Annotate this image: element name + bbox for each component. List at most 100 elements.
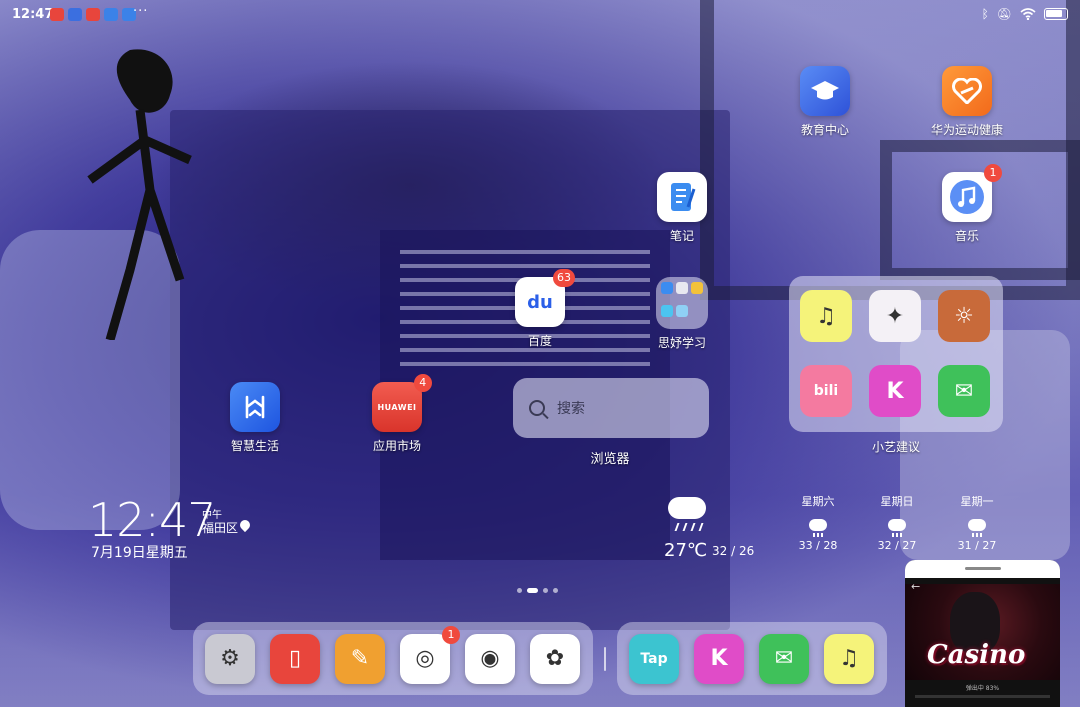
wifi-icon <box>1020 8 1036 20</box>
forecast-range: 32 / 27 <box>877 539 917 552</box>
forecast-range: 33 / 28 <box>798 539 838 552</box>
qq-music-icon: ♫ <box>816 303 836 329</box>
notification-app-icon <box>50 8 64 21</box>
dock-divider <box>604 647 606 671</box>
app-notes[interactable]: 笔记 <box>637 172 727 244</box>
search-icon <box>529 400 545 416</box>
search-placeholder: 搜索 <box>557 401 585 417</box>
notes-icon <box>657 172 707 222</box>
floating-window-artwork: Casino <box>905 584 1060 680</box>
huawei-wordmark: HUAWEI <box>377 402 417 412</box>
gallery-icon: ✿ <box>545 646 565 671</box>
wallpaper-cloud <box>0 230 180 530</box>
health-heart-icon <box>942 66 992 116</box>
settings-app[interactable]: ⚙ <box>205 633 255 684</box>
wechat-app[interactable]: ✉ <box>938 365 990 417</box>
sky-game-app[interactable]: ☼ <box>938 290 990 342</box>
forecast-day: 星期一 31 / 27 <box>952 493 1002 552</box>
kuaiying-icon: K <box>886 378 904 404</box>
weather-range: 32 / 26 <box>712 544 755 558</box>
clock-time: 12:47 <box>88 493 217 547</box>
app-label: 智慧生活 <box>230 439 279 453</box>
gallery-app[interactable]: ✿ <box>530 633 580 684</box>
books-icon: ▯ <box>288 646 302 671</box>
forecast-range: 31 / 27 <box>957 539 997 552</box>
rain-icon <box>968 519 986 537</box>
smart-life-icon <box>230 382 280 432</box>
themes-app[interactable]: ✎ <box>335 633 385 684</box>
app-smart-life[interactable]: 智慧生活 <box>210 382 300 454</box>
app-huawei-health[interactable]: 华为运动健康 <box>922 66 1012 138</box>
notification-app-icon <box>104 8 118 21</box>
app-music[interactable]: 1 音乐 <box>922 164 1012 244</box>
folder-study[interactable]: 思妤学习 <box>637 277 727 351</box>
browser-search-widget[interactable]: 搜索 <box>513 378 709 438</box>
mini-app-icon <box>661 304 673 317</box>
notification-badge: 4 <box>414 374 432 392</box>
app-label: 笔记 <box>669 229 694 243</box>
clock-location: 福田区 <box>202 521 239 535</box>
qq-music-icon: ♫ <box>839 646 859 671</box>
kuaiying-app[interactable]: K <box>869 365 921 417</box>
mini-app-icon <box>676 304 688 317</box>
app-baidu[interactable]: du 63 百度 <box>495 269 585 349</box>
app-label: 百度 <box>527 334 552 348</box>
forecast-day: 星期日 32 / 27 <box>872 493 922 552</box>
genshin-icon: ✦ <box>885 303 905 329</box>
app-education-center[interactable]: 教育中心 <box>780 66 870 138</box>
rain-icon <box>888 519 906 537</box>
app-label: 华为运动健康 <box>930 123 1003 137</box>
bilibili-icon: bili <box>813 383 839 399</box>
floating-window-subtext <box>915 695 1050 698</box>
sky-game-icon: ☼ <box>954 303 974 329</box>
settings-icon: ⚙ <box>220 646 240 671</box>
page-dot <box>517 588 522 593</box>
mini-app-icon <box>691 282 703 294</box>
page-indicator[interactable] <box>517 588 558 593</box>
camera-app[interactable]: ◉ <box>465 633 515 684</box>
app-app-market[interactable]: HUAWEI 4 应用市场 <box>352 374 442 454</box>
wechat-icon: ✉ <box>954 378 974 404</box>
baidu-paw-icon: du 63 <box>515 269 575 327</box>
location-pin-icon <box>237 517 253 533</box>
wallpaper-smoke <box>150 60 670 310</box>
app-label: 应用市场 <box>372 439 421 453</box>
folder-label: 思妤学习 <box>657 336 706 350</box>
forecast-day-name: 星期日 <box>880 495 914 508</box>
status-time: 12:47 <box>12 7 54 22</box>
folder-preview <box>656 277 708 329</box>
kuaiying-app[interactable]: K <box>694 633 744 684</box>
qq-music-app[interactable]: ♫ <box>800 290 852 342</box>
status-bar: 12:47 ··· ᛒ 🔕︎ <box>0 0 1080 30</box>
taptap-icon: Tap <box>640 650 668 667</box>
taptap-app[interactable]: Tap <box>629 633 679 684</box>
app-label: 教育中心 <box>800 123 849 137</box>
forecast-day-name: 星期六 <box>801 495 835 508</box>
qq-music-app[interactable]: ♫ <box>824 633 874 684</box>
clock-date: 7月19日星期五 <box>91 545 188 561</box>
notification-app-icon <box>86 8 100 21</box>
camera-icon: ◉ <box>480 646 500 671</box>
page-dot-active <box>527 588 538 593</box>
notification-icons <box>50 8 136 21</box>
wechat-app[interactable]: ✉ <box>759 633 809 684</box>
browser-app[interactable]: ◎ 1 <box>400 625 460 684</box>
mini-app-icon <box>661 282 673 294</box>
folder-label: 小艺建议 <box>871 440 920 454</box>
forecast-day: 星期六 33 / 28 <box>793 493 843 552</box>
folder-xiaoyi-suggestions[interactable]: ♫ ✦ ☼ bili K ✉ <box>789 276 1003 432</box>
floating-window-caption: 弹出中 83% <box>965 685 1000 692</box>
genshin-app[interactable]: ✦ <box>869 290 921 342</box>
mute-icon: 🔕︎ <box>996 7 1012 21</box>
wallpaper-figure <box>87 49 192 340</box>
floating-window[interactable]: Casino ← 弹出中 83% <box>905 560 1060 707</box>
mini-app-icon <box>676 282 688 294</box>
back-arrow-icon[interactable]: ← <box>911 580 920 593</box>
bilibili-app[interactable]: bili <box>800 365 852 417</box>
themes-icon: ✎ <box>350 646 370 671</box>
app-label: 音乐 <box>954 229 979 243</box>
floating-window-handle[interactable] <box>905 560 1060 578</box>
books-app[interactable]: ▯ <box>270 633 320 684</box>
bluetooth-icon: ᛒ <box>981 7 989 21</box>
floating-window-title: Casino <box>927 640 1026 670</box>
